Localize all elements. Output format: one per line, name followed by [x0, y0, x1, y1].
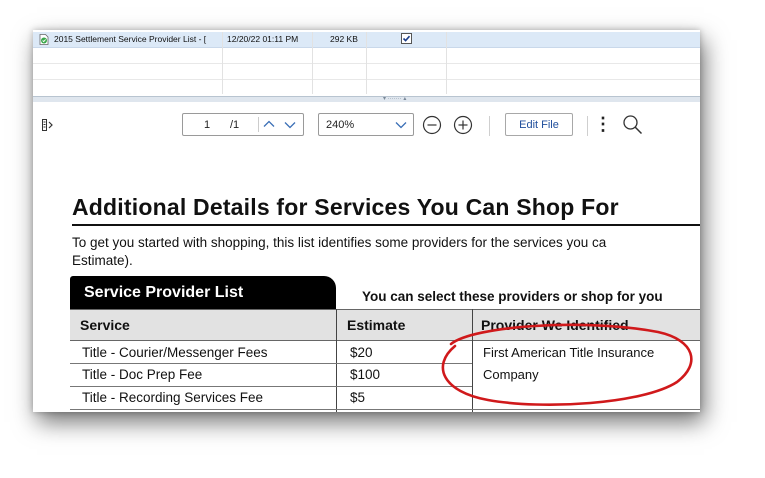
column-divider [312, 32, 313, 94]
toolbar-separator [587, 116, 588, 136]
viewer-toolbar: 1 /1 240% Edit File ⋮ [33, 102, 700, 146]
row-rule [70, 386, 472, 387]
pdf-file-icon [39, 34, 49, 45]
intro-line-2: Estimate). [72, 253, 133, 268]
title-rule [72, 224, 700, 226]
zoom-out-icon[interactable] [422, 115, 442, 135]
column-divider [336, 309, 337, 412]
annotation-ellipse [441, 323, 693, 406]
row-service: Title - Doc Prep Fee [82, 367, 203, 382]
header-estimate: Estimate [347, 317, 406, 333]
column-divider [222, 32, 223, 94]
page-navigator: 1 /1 [182, 113, 304, 136]
edit-file-button[interactable]: Edit File [505, 113, 573, 136]
row-service: Title - Courier/Messenger Fees [82, 345, 268, 360]
section-tab: Service Provider List [70, 276, 336, 309]
file-list: 2015 Settlement Service Provider List - … [33, 30, 700, 96]
row-estimate: $20 [350, 345, 373, 360]
document-title: Additional Details for Services You Can … [72, 194, 619, 220]
intro-line-1: To get you started with shopping, this l… [72, 235, 607, 250]
edit-file-label: Edit File [519, 119, 559, 131]
row-service: Title - Recording Services Fee [82, 390, 264, 405]
search-icon[interactable] [622, 114, 643, 135]
file-modified: 12/20/22 01:11 PM [227, 34, 299, 44]
row-estimate: $5 [350, 390, 366, 405]
zoom-in-icon[interactable] [453, 115, 473, 135]
row-estimate: $100 [350, 367, 381, 382]
row-rule [70, 363, 472, 364]
zoom-value: 240% [326, 119, 355, 131]
chevron-down-icon [395, 122, 407, 129]
section-tab-label: Service Provider List [84, 284, 244, 301]
sidebar-toggle-icon[interactable] [42, 119, 57, 131]
header-service: Service [80, 317, 130, 333]
chevron-up-icon[interactable] [263, 120, 275, 128]
column-divider [366, 32, 367, 94]
page-current-input[interactable]: 1 [204, 119, 210, 131]
more-options-icon[interactable]: ⋮ [594, 114, 612, 135]
zoom-select[interactable]: 240% [318, 113, 414, 136]
window-frame: 2015 Settlement Service Provider List - … [33, 30, 700, 412]
shop-note: You can select these providers or shop f… [362, 289, 663, 304]
checkbox-checked-icon[interactable] [401, 33, 412, 44]
file-name: 2015 Settlement Service Provider List - … [54, 34, 207, 44]
column-divider [446, 32, 447, 94]
chevron-down-icon[interactable] [284, 121, 296, 129]
file-size: 292 KB [330, 34, 358, 44]
toolbar-separator [489, 116, 490, 136]
page-total: /1 [230, 119, 240, 131]
